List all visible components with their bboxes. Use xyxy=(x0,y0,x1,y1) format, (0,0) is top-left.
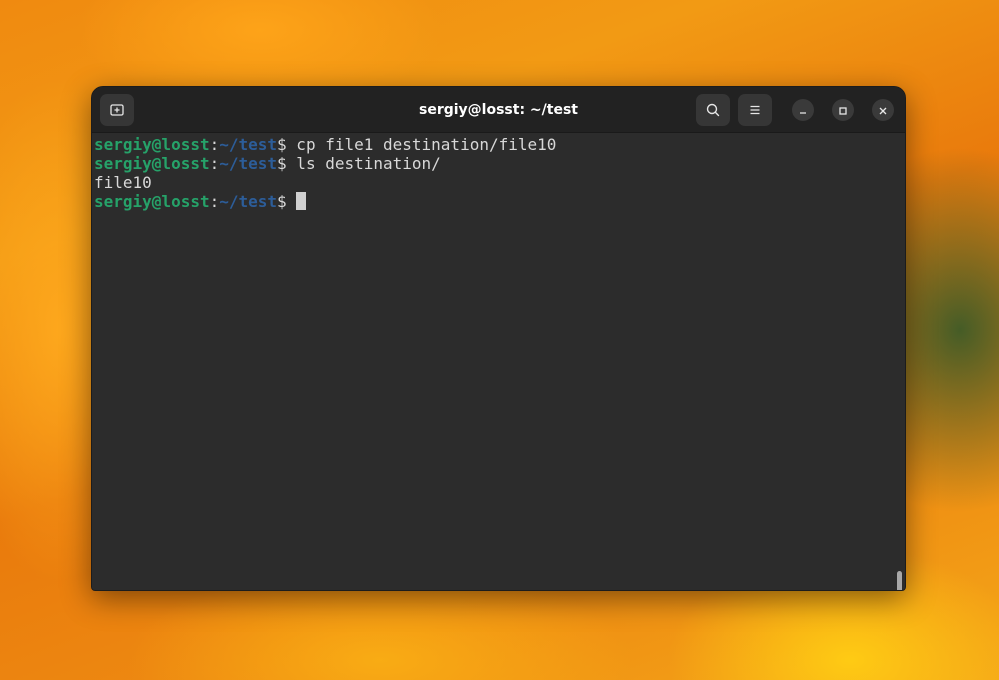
search-icon xyxy=(705,102,721,118)
maximize-icon xyxy=(838,101,848,120)
prompt-path: ~/test xyxy=(219,135,278,154)
command-text: ls destination/ xyxy=(286,154,441,173)
prompt-user: sergiy@losst xyxy=(94,154,210,173)
prompt-colon: : xyxy=(209,154,220,173)
terminal-output-area[interactable]: sergiy@losst:~/test$ cp file1 destinatio… xyxy=(92,133,905,590)
text-cursor xyxy=(296,192,307,210)
terminal-line: file10 xyxy=(94,173,905,192)
minimize-icon xyxy=(798,101,808,120)
prompt-symbol: $ xyxy=(277,135,287,154)
new-tab-button[interactable] xyxy=(100,94,134,126)
close-icon xyxy=(878,101,888,120)
title-bar[interactable]: sergiy@losst: ~/test xyxy=(92,87,905,133)
scrollbar[interactable] xyxy=(897,571,902,590)
command-text: cp file1 destination/file10 xyxy=(286,135,557,154)
search-button[interactable] xyxy=(696,94,730,126)
new-tab-icon xyxy=(109,102,125,118)
prompt-user: sergiy@losst xyxy=(94,135,210,154)
close-button[interactable] xyxy=(872,99,894,121)
maximize-button[interactable] xyxy=(832,99,854,121)
hamburger-menu-icon xyxy=(747,102,763,118)
prompt-user: sergiy@losst xyxy=(94,192,210,211)
prompt-symbol: $ xyxy=(277,154,287,173)
command-output: file10 xyxy=(94,173,152,192)
prompt-colon: : xyxy=(209,192,220,211)
minimize-button[interactable] xyxy=(792,99,814,121)
prompt-path: ~/test xyxy=(219,192,278,211)
menu-button[interactable] xyxy=(738,94,772,126)
window-title: sergiy@losst: ~/test xyxy=(419,102,578,118)
terminal-line: sergiy@losst:~/test$ ls destination/ xyxy=(94,154,905,173)
prompt-symbol: $ xyxy=(277,192,287,211)
command-text xyxy=(287,192,297,211)
prompt-colon: : xyxy=(209,135,220,154)
terminal-window[interactable]: sergiy@losst: ~/test sergiy@losst:~/test… xyxy=(91,86,906,591)
terminal-line: sergiy@losst:~/test$ xyxy=(94,192,905,211)
prompt-path: ~/test xyxy=(219,154,278,173)
terminal-line: sergiy@losst:~/test$ cp file1 destinatio… xyxy=(94,135,905,154)
